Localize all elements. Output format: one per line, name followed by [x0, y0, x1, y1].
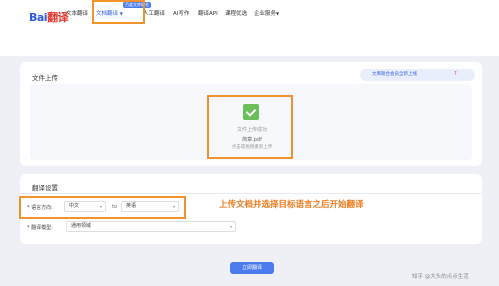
highlight-box-language [19, 196, 186, 219]
watermark: 知乎 @大头的点点生活 [412, 274, 469, 280]
translation-model-value: 通用领域 [71, 223, 92, 229]
settings-card-title: 翻译设置 [32, 184, 58, 192]
nav-enterprise-label: 企业服务 [254, 11, 277, 17]
chevron-down-icon: ▾ [229, 224, 232, 229]
logo-subtext: 翻译 [47, 11, 69, 24]
logo-text: Bai [29, 11, 48, 24]
upload-card-title: 文件上传 [32, 74, 58, 82]
nav-enterprise[interactable]: 企业服务▼ [254, 9, 279, 17]
top-navigation: Bai翻译 文本翻译 百度文库联名 文档翻译 ▼ 人工翻译 AI写作 翻译API… [0, 0, 499, 56]
nav-text-translate[interactable]: 文本翻译 [66, 9, 88, 17]
chevron-down-icon: ▼ [276, 11, 280, 16]
translation-model-label: * 翻译模型: [27, 225, 53, 231]
help-icon[interactable]: ? [454, 71, 457, 77]
baidu-translate-logo[interactable]: Bai翻译 [29, 9, 69, 25]
nav-translate-api[interactable]: 翻译API [198, 9, 218, 17]
translation-model-select[interactable]: 通用领域 ▾ [66, 221, 236, 232]
nav-ai-writing[interactable]: AI写作 [173, 9, 189, 17]
settings-divider [20, 193, 482, 194]
nav-courses[interactable]: 课程优选 [225, 9, 247, 17]
start-translate-button[interactable]: 立即翻译 [230, 262, 274, 274]
highlight-box-nav [92, 0, 145, 24]
instruction-annotation: 上传文档并选择目标语言之后开始翻译 [219, 200, 364, 210]
nav-human-translate[interactable]: 人工翻译 [143, 9, 165, 17]
vip-promo-pill[interactable]: 文库联合会员全新上线 [360, 69, 475, 81]
highlight-box-upload [207, 95, 293, 159]
